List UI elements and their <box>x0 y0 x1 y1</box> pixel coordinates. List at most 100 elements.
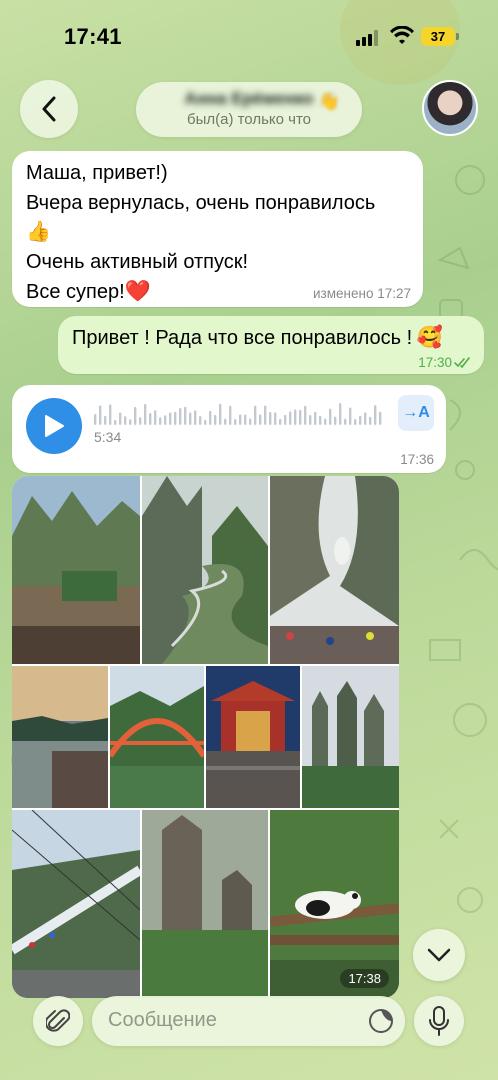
waveform-bar <box>239 414 242 425</box>
scroll-down-button[interactable] <box>413 929 465 981</box>
waveform-bar <box>229 405 232 425</box>
waveform-bar <box>94 414 97 425</box>
waveform-bar <box>254 405 257 425</box>
status-time: 17:41 <box>64 24 122 49</box>
waveform-bar <box>359 415 362 425</box>
album-photo[interactable] <box>302 666 399 808</box>
waveform-bar <box>114 419 117 425</box>
album-photo[interactable] <box>142 476 268 664</box>
message-text: Привет ! Рада что все понравилось ! <box>72 327 413 349</box>
attach-button[interactable] <box>33 996 83 1046</box>
chevron-down-icon <box>427 948 451 962</box>
photo-album[interactable]: 17:38 <box>12 476 399 998</box>
message-input-placeholder: Сообщение <box>108 1009 217 1031</box>
battery-indicator: 37 <box>421 27 459 46</box>
waveform-bar <box>149 413 152 425</box>
album-photo[interactable] <box>142 810 268 998</box>
waveform-bar <box>199 415 202 425</box>
waveform-bar <box>194 410 197 425</box>
message-line: Маша, привет!) <box>26 162 168 184</box>
time-text: 17:30 <box>418 355 452 370</box>
message-input[interactable]: Сообщение <box>92 996 405 1046</box>
waveform-bar <box>269 411 272 425</box>
waveform-bar <box>124 416 127 425</box>
back-button[interactable] <box>20 80 78 138</box>
message-time: 17:36 <box>400 452 434 467</box>
waveform-bar <box>244 414 247 425</box>
waveform-bar <box>369 416 372 425</box>
outgoing-message[interactable]: Привет ! Рада что все понравилось ! 🥰 17… <box>58 316 484 374</box>
waveform-bar <box>179 408 182 425</box>
waveform-bar <box>259 414 262 425</box>
message-line: Вчера вернулась, очень понравилось <box>26 191 376 214</box>
waveform-bar <box>104 415 107 425</box>
voice-waveform[interactable] <box>94 403 384 429</box>
waveform-bar <box>174 411 177 425</box>
incoming-message[interactable]: Маша, привет!) Вчера вернулась, очень по… <box>12 151 423 307</box>
status-bar: 17:41 37 <box>0 0 498 72</box>
wave-emoji-icon: 👋 <box>317 91 340 111</box>
album-time: 17:38 <box>340 969 389 988</box>
sticker-icon[interactable] <box>367 1007 395 1035</box>
microphone-button[interactable] <box>414 996 464 1046</box>
avatar[interactable] <box>422 80 478 136</box>
waveform-bar <box>314 411 317 425</box>
album-photo[interactable] <box>270 476 399 664</box>
waveform-bar <box>109 404 112 425</box>
waveform-bar <box>284 414 287 425</box>
waveform-bar <box>214 414 217 425</box>
waveform-bar <box>134 406 137 425</box>
waveform-bar <box>339 403 342 425</box>
waveform-bar <box>224 418 227 425</box>
heart-emoji: ❤️ <box>124 280 151 303</box>
waveform-bar <box>324 418 327 425</box>
waveform-bar <box>274 412 277 425</box>
album-photo[interactable] <box>206 666 300 808</box>
thumbs-up-emoji: 👍 <box>26 221 51 243</box>
album-photo[interactable] <box>110 666 204 808</box>
chat-title[interactable]: Анна Ерёменко 👋 был(а) только что <box>136 82 362 137</box>
waveform-bar <box>164 415 167 425</box>
waveform-bar <box>119 412 122 425</box>
waveform-bar <box>379 411 382 425</box>
waveform-bar <box>139 417 142 425</box>
message-edited-time: изменено 17:27 <box>313 286 411 301</box>
waveform-bar <box>334 416 337 425</box>
double-check-icon <box>454 357 470 368</box>
waveform-bar <box>279 418 282 425</box>
transcribe-button[interactable]: →A <box>398 395 434 431</box>
waveform-bar <box>249 418 252 425</box>
waveform-bar <box>234 419 237 425</box>
waveform-bar <box>144 403 147 425</box>
waveform-bar <box>304 405 307 425</box>
cellular-signal-icon <box>356 30 378 46</box>
waveform-bar <box>169 412 172 425</box>
waveform-bar <box>289 411 292 425</box>
waveform-bar <box>354 418 357 425</box>
waveform-bar <box>159 417 162 425</box>
waveform-bar <box>264 405 267 425</box>
waveform-bar <box>329 408 332 425</box>
smiling-hearts-emoji: 🥰 <box>416 326 443 349</box>
waveform-bar <box>374 405 377 425</box>
waveform-bar <box>209 410 212 425</box>
album-photo[interactable] <box>12 810 140 998</box>
waveform-bar <box>319 415 322 425</box>
microphone-icon <box>429 1006 449 1036</box>
back-chevron-icon <box>42 96 56 122</box>
waveform-bar <box>299 409 302 425</box>
play-icon <box>45 415 64 437</box>
wifi-icon <box>390 26 414 44</box>
voice-message[interactable]: 5:34 →A 17:36 <box>12 385 446 473</box>
paperclip-icon <box>46 1009 70 1032</box>
waveform-bar <box>219 403 222 425</box>
album-photo[interactable] <box>12 476 140 664</box>
play-button[interactable] <box>26 398 82 454</box>
message-time: 17:30 <box>418 355 472 370</box>
waveform-bar <box>99 405 102 425</box>
waveform-bar <box>364 412 367 425</box>
album-photo[interactable] <box>12 666 108 808</box>
message-line: Очень активный отпуск! <box>26 250 249 273</box>
waveform-bar <box>129 419 132 425</box>
waveform-bar <box>309 415 312 425</box>
